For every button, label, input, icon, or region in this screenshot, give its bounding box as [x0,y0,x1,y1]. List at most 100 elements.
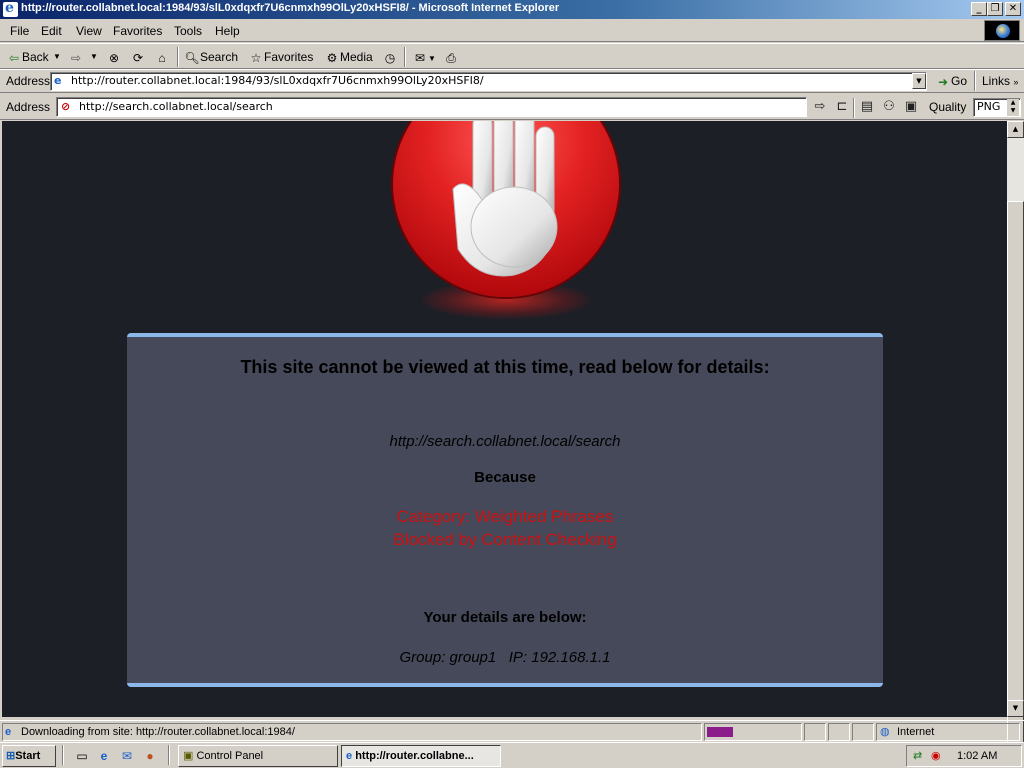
links-label: Links [982,74,1011,88]
spinner-arrows-icon: ▲ ▼ [1007,99,1019,116]
back-label: Back [22,50,49,64]
secondary-toolbar: Address ⊘ http://search.collabnet.local/… [0,94,1024,120]
history-icon: ◷ [384,50,396,65]
history-button[interactable]: ◷ [382,48,398,66]
menu-tools[interactable]: Tools [174,24,202,38]
refresh-button[interactable]: ⟳ [130,48,146,66]
downloading-icon: e [5,726,12,738]
address-dropdown[interactable]: ▼ [912,73,926,89]
scroll-down-button[interactable]: ▼ [1007,700,1024,717]
links-button[interactable]: Links » [982,72,1018,90]
windows-logo-icon [984,20,1020,41]
task-control-panel[interactable]: ▣ Control Panel [178,745,338,767]
back-dropdown[interactable]: ▼ [53,48,61,66]
clipboard-icon[interactable]: ▣ [902,98,920,116]
blocked-url: http://search.collabnet.local/search [389,433,621,450]
task-label: http://router.collabne... [355,750,474,762]
taskbar-separator [62,745,64,765]
vertical-scrollbar[interactable]: ▲ ▼ [1007,121,1024,768]
block-reason-category: Category: Weighted Phrases [396,507,614,526]
binoculars-icon[interactable]: ⚇ [880,98,898,116]
ie-quicklaunch-icon[interactable]: e [96,746,112,764]
ie-task-icon: e [346,750,353,762]
task-label: Control Panel [196,750,264,762]
go-label: Go [951,74,968,88]
zone-label: Internet [897,726,935,738]
menu-file[interactable]: File [10,24,29,38]
standard-toolbar: ⇦ Back ▼ ⇨ ▼ ⊗ ⟳ ⌂ 🔍︎Search ☆ Favorites ⚙ M… [0,43,1024,69]
search-button[interactable]: 🔍︎Search [184,48,238,66]
status-panel [828,723,850,741]
go-button[interactable]: ➜ Go [935,72,967,90]
media-icon: ⚙ [326,50,338,65]
no-sign-icon: ⊘ [61,100,71,113]
print-icon: ⎙ [446,50,456,65]
search-label: Search [200,50,239,64]
network-tray-icon[interactable]: ⇄ [913,746,922,766]
taskbar: ⊞Start ▭ e ✉ ● ▣ Control Panel e http://… [0,742,1024,768]
address-input[interactable]: e http://router.collabnet.local:1984/93/… [50,72,927,91]
status-panel [804,723,826,741]
address-label: Address [6,74,51,88]
home-button[interactable]: ⌂ [154,48,170,66]
window-titlebar[interactable]: http://router.collabnet.local:1984/93/sl… [0,0,1024,19]
stop-button[interactable]: ⊗ [106,48,122,66]
secondary-address-input[interactable]: ⊘ http://search.collabnet.local/search [56,97,807,117]
media-button[interactable]: ⚙ Media [324,48,373,66]
block-heading: This site cannot be viewed at this time,… [240,357,770,377]
restore-button[interactable]: ❐ [987,2,1003,16]
windows-flag-icon: ⊞ [6,750,16,762]
start-label: Start [15,750,41,762]
quality-spinner[interactable]: PNG ▲ ▼ [973,98,1021,117]
forward-button[interactable]: ⇨ [68,48,84,66]
start-button[interactable]: ⊞Start [2,745,56,767]
mail-button[interactable]: ✉ ▼ [412,48,436,66]
bookmark-icon[interactable]: ⊏ [833,98,851,116]
taskbar-separator [168,745,170,765]
scroll-up-button[interactable]: ▲ [1007,121,1024,138]
ie-icon [3,0,18,17]
zone-panel[interactable]: ◍ Internet [876,723,1020,741]
because-label: Because [474,469,536,486]
system-tray: ⇄ ◉ 1:02 AM [906,745,1022,767]
task-internet-explorer[interactable]: e http://router.collabne... [341,745,501,767]
page-content: This site cannot be viewed at this time,… [2,121,1007,717]
forward-dropdown[interactable]: ▼ [90,48,98,66]
page-icon: e [54,74,62,87]
progress-bar [707,727,733,737]
secondary-address-label: Address [6,100,51,114]
page-icon-button[interactable]: ▤ [858,98,876,116]
menu-bar: File Edit View Favorites Tools Help [0,19,1024,42]
back-arrow-icon: ⇦ [8,50,20,65]
minimize-button[interactable]: _ [971,2,987,16]
menu-favorites[interactable]: Favorites [113,24,162,38]
close-button[interactable]: ✕ [1005,2,1021,16]
menu-help[interactable]: Help [215,24,240,38]
show-desktop-icon[interactable]: ▭ [74,746,90,764]
status-bar: e Downloading from site: http://router.c… [0,720,1024,742]
clock[interactable]: 1:02 AM [957,750,997,762]
outlook-quicklaunch-icon[interactable]: ✉ [119,746,135,764]
back-button[interactable]: ⇦ Back [6,48,49,66]
stop-icon: ⊗ [108,50,120,65]
favorites-button[interactable]: ☆ Favorites [248,48,314,66]
address-bar: Address e http://router.collabnet.local:… [0,69,1024,93]
menu-view[interactable]: View [76,24,102,38]
toolbar-separator [853,98,855,118]
toolbar-separator [177,47,179,67]
mail-icon: ✉ [414,50,426,65]
refresh-icon: ⟳ [132,50,144,65]
scroll-thumb[interactable] [1007,201,1024,768]
status-text-panel: e Downloading from site: http://router.c… [2,723,702,741]
block-message-card: This site cannot be viewed at this time,… [127,333,883,687]
security-tray-icon[interactable]: ◉ [931,746,941,766]
home-icon: ⌂ [158,50,166,65]
control-panel-icon: ▣ [183,750,194,762]
progress-panel [704,723,802,741]
menu-edit[interactable]: Edit [41,24,62,38]
media-quicklaunch-icon[interactable]: ● [142,746,158,764]
print-button[interactable]: ⎙ [443,48,459,66]
globe-icon: ◍ [880,726,890,738]
navigate-arrow-icon[interactable]: ⇨ [811,98,829,116]
favorites-icon: ☆ [250,50,262,65]
